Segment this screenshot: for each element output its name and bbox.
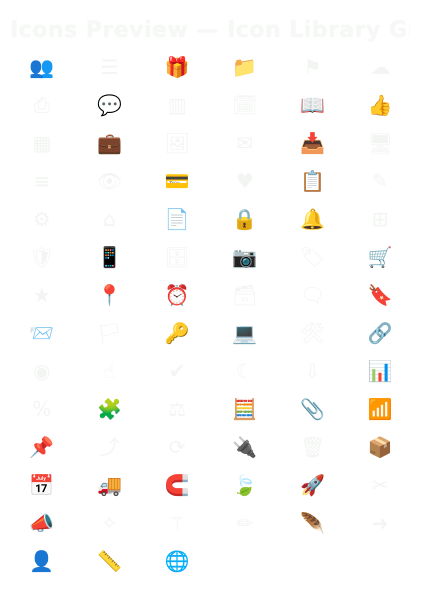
grid-icon[interactable]: ⊞ — [360, 203, 400, 235]
monitor-icon[interactable]: 🖥 — [360, 127, 400, 159]
key-icon[interactable]: 🔑 — [157, 317, 197, 349]
list-icon[interactable]: ≡ — [22, 165, 62, 197]
feather-icon[interactable]: 🪶 — [292, 507, 332, 539]
credit-card-icon[interactable]: 💳 — [157, 165, 197, 197]
envelope-open-icon[interactable]: 📨 — [22, 317, 62, 349]
briefcase-icon[interactable]: 💼 — [89, 127, 129, 159]
link-icon[interactable]: 🔗 — [360, 317, 400, 349]
bell-icon[interactable]: 🔔 — [292, 203, 332, 235]
heart-icon[interactable]: ♥ — [225, 165, 265, 197]
chart-bar-icon[interactable]: ▥ — [157, 89, 197, 121]
user-circle-icon[interactable]: ◉ — [22, 355, 62, 387]
image-icon[interactable]: 🖼 — [157, 127, 197, 159]
home-icon[interactable]: ⌂ — [89, 203, 129, 235]
cart-icon[interactable]: 🛒 — [360, 241, 400, 273]
plug-icon[interactable]: 🔌 — [225, 431, 265, 463]
pencil-icon[interactable]: ✏ — [225, 507, 265, 539]
gift-icon[interactable]: 🎁 — [157, 51, 197, 83]
shield-icon[interactable]: 🛡 — [22, 241, 62, 273]
gear-icon[interactable]: ⚙ — [22, 203, 62, 235]
cloud-icon[interactable]: ☁ — [360, 51, 400, 83]
megaphone-icon[interactable]: 📣 — [22, 507, 62, 539]
signal-icon[interactable]: 📶 — [360, 393, 400, 425]
tools-icon[interactable]: 🛠 — [292, 317, 332, 349]
folder-icon[interactable]: 📁 — [225, 51, 265, 83]
flag-icon[interactable]: ⚑ — [292, 51, 332, 83]
scissors-icon[interactable]: ✂ — [360, 469, 400, 501]
print-icon[interactable]: ⎙ — [22, 89, 62, 121]
share-icon[interactable]: ⤴ — [89, 431, 129, 463]
calendar-grid-icon[interactable]: 📅 — [22, 469, 62, 501]
ruler-icon[interactable]: 📏 — [89, 545, 129, 577]
calendar-icon[interactable]: 🗓 — [225, 89, 265, 121]
download-icon[interactable]: ⇩ — [292, 355, 332, 387]
bookmark-outline-icon[interactable]: 🏳 — [89, 317, 129, 349]
tag-icon[interactable]: 🏷 — [292, 241, 332, 273]
globe-icon[interactable]: 🌐 — [157, 545, 197, 577]
thumb-icon[interactable]: ☝ — [89, 355, 129, 387]
pen-icon[interactable]: ✎ — [360, 165, 400, 197]
table-icon[interactable]: ▦ — [22, 127, 62, 159]
percent-icon[interactable]: % — [22, 393, 62, 425]
document-icon[interactable]: 📄 — [157, 203, 197, 235]
wand-icon[interactable]: ⚚ — [157, 507, 197, 539]
bookmark-icon[interactable]: 🔖 — [360, 279, 400, 311]
refresh-icon[interactable]: ⟳ — [157, 431, 197, 463]
paperclip-icon[interactable]: 📎 — [292, 393, 332, 425]
star-icon[interactable]: ★ — [22, 279, 62, 311]
lock-icon[interactable]: 🔒 — [225, 203, 265, 235]
arrow-right-icon[interactable]: ➜ — [360, 507, 400, 539]
users-icon[interactable]: 👥 — [22, 51, 62, 83]
spark-icon[interactable]: ✧ — [89, 507, 129, 539]
icon-grid: 👥 ☰ 🎁 📁 ⚑ ☁ ⎙ 💬 ▥ 🗓 📖 👍 ▦ 💼 🖼 ✉ 📥 🖥 ≡ 👁 💳 ♥ 📋 ✎ ⚙ ⌂ 📄 🔒 🔔 ⊞ 🛡 📱 🗄 📷 🏷 🛒 ★ 📍 ⏰ 🗃… — [8, 48, 414, 571]
check-icon[interactable]: ✔ — [157, 355, 197, 387]
location-icon[interactable]: 📍 — [89, 279, 129, 311]
puzzle-icon[interactable]: 🧩 — [89, 393, 129, 425]
clipboard-icon[interactable]: 📋 — [292, 165, 332, 197]
inbox-icon[interactable]: 📥 — [292, 127, 332, 159]
icon-preview-page: Icons Preview — Icon Library Grid 👥 ☰ 🎁 📁 ⚑ ☁… — [0, 0, 422, 600]
laptop-icon[interactable]: 💻 — [225, 317, 265, 349]
magnet-icon[interactable]: 🧲 — [157, 469, 197, 501]
database-icon[interactable]: 🗄 — [157, 241, 197, 273]
bar-chart-icon[interactable]: 📊 — [360, 355, 400, 387]
truck-icon[interactable]: 🚚 — [89, 469, 129, 501]
thumbs-up-icon[interactable]: 👍 — [360, 89, 400, 121]
pin-icon[interactable]: 📌 — [22, 431, 62, 463]
page-title: Icons Preview — Icon Library Grid — [10, 18, 410, 43]
rocket-icon[interactable]: 🚀 — [292, 469, 332, 501]
person-icon[interactable]: 👤 — [22, 545, 62, 577]
corner-glyph-icon: · — [409, 583, 413, 594]
chat-icon[interactable]: 💬 — [89, 89, 129, 121]
clock-icon[interactable]: ⏰ — [157, 279, 197, 311]
box-icon[interactable]: 📦 — [360, 431, 400, 463]
mail-icon[interactable]: ✉ — [225, 127, 265, 159]
leaf-icon[interactable]: 🍃 — [225, 469, 265, 501]
calculator-icon[interactable]: 🧮 — [225, 393, 265, 425]
trash-icon[interactable]: 🗑 — [292, 431, 332, 463]
phone-icon[interactable]: 📱 — [89, 241, 129, 273]
book-icon[interactable]: 📖 — [292, 89, 332, 121]
archive-icon[interactable]: 🗃 — [225, 279, 265, 311]
camera-icon[interactable]: 📷 — [225, 241, 265, 273]
eye-icon[interactable]: 👁 — [89, 165, 129, 197]
layers-icon[interactable]: ☰ — [89, 51, 129, 83]
chat-bubble-icon[interactable]: 🗨 — [292, 279, 332, 311]
scale-icon[interactable]: ⚖ — [157, 393, 197, 425]
moon-icon[interactable]: ☾ — [225, 355, 265, 387]
